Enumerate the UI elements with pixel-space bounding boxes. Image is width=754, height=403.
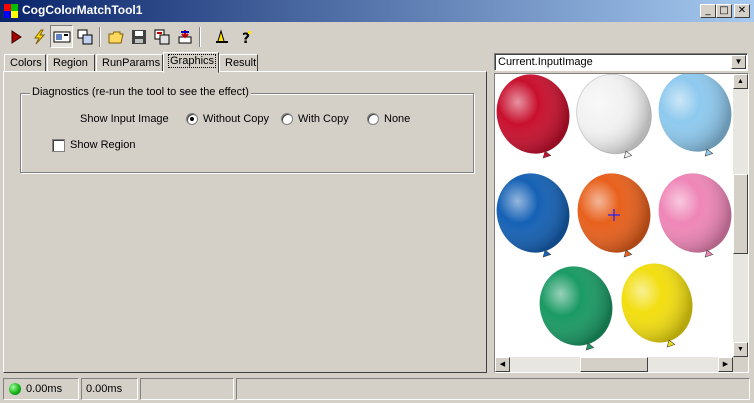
help-button[interactable]: ?	[234, 25, 257, 48]
radio-without-copy-label[interactable]: Without Copy	[203, 113, 269, 125]
region-tool-button[interactable]	[210, 25, 233, 48]
display-toggle-icon	[53, 31, 70, 42]
diagnostics-group-label: Diagnostics (re-run the tool to see the …	[30, 86, 251, 98]
chevron-down-icon[interactable]: ▼	[731, 55, 746, 69]
floating-display-button[interactable]	[73, 25, 96, 48]
reset-icon	[154, 29, 169, 44]
vertical-scroll-thumb[interactable]	[733, 174, 748, 254]
tab-label: Region	[53, 57, 88, 69]
show-input-image-label: Show Input Image	[80, 113, 169, 125]
display-toggle-button[interactable]	[50, 25, 73, 48]
tab-label: RunParams	[102, 57, 161, 69]
toolbar-separator	[99, 27, 101, 47]
scroll-left-button[interactable]: ◀	[495, 357, 510, 372]
balloon	[496, 74, 570, 159]
scrollbar-corner	[733, 357, 748, 372]
run-icon	[11, 29, 22, 44]
horizontal-scrollbar[interactable]: ◀ ▶	[495, 357, 733, 372]
radio-with-copy-label[interactable]: With Copy	[298, 113, 349, 125]
reset-button[interactable]	[150, 25, 173, 48]
maximize-button[interactable]: □	[716, 4, 732, 18]
toolbar: ?	[0, 24, 754, 50]
radio-without-copy[interactable]	[186, 113, 198, 125]
radio-none-label[interactable]: None	[384, 113, 410, 125]
close-button[interactable]: ✕	[734, 4, 750, 18]
status-cell-message	[236, 378, 750, 400]
save-button[interactable]	[127, 25, 150, 48]
save-icon	[131, 29, 146, 44]
title-bar: CogColorMatchTool1 _ □ ✕	[0, 0, 754, 22]
horizontal-scroll-thumb[interactable]	[580, 357, 648, 372]
tab-label: Colors	[10, 57, 42, 69]
balloon	[576, 74, 652, 159]
load-button[interactable]	[173, 25, 196, 48]
tab-label: Result	[225, 57, 257, 69]
open-folder-icon	[108, 31, 124, 43]
radio-none[interactable]	[367, 113, 379, 125]
diagnostics-group	[20, 93, 474, 173]
app-icon	[4, 4, 18, 18]
balloon	[621, 263, 693, 348]
status-cell-time2: 0.00ms	[81, 378, 138, 400]
scroll-down-button[interactable]: ▼	[733, 342, 748, 357]
minimize-button[interactable]: _	[700, 4, 716, 18]
electric-icon	[33, 29, 45, 44]
tab-region[interactable]: Region	[47, 54, 95, 72]
status-bar: 0.00ms 0.00ms	[0, 376, 754, 403]
balloon	[658, 74, 732, 157]
scroll-up-button[interactable]: ▲	[733, 74, 748, 89]
run-button[interactable]	[4, 25, 27, 48]
status-cell-empty	[140, 378, 234, 400]
status-cell-time1: 0.00ms	[3, 378, 79, 400]
show-region-label[interactable]: Show Region	[70, 139, 135, 151]
show-region-checkbox[interactable]	[52, 139, 65, 152]
load-icon	[178, 29, 191, 43]
balloon	[496, 173, 570, 258]
region-tool-icon	[215, 28, 228, 43]
floating-display-icon	[77, 29, 92, 44]
vertical-scrollbar[interactable]: ▲ ▼	[733, 74, 748, 357]
balloon	[658, 173, 732, 258]
tab-label: Graphics	[167, 54, 217, 68]
image-display[interactable]	[494, 73, 749, 373]
electric-button[interactable]	[27, 25, 50, 48]
status-time2: 0.00ms	[86, 383, 123, 395]
image-selector-dropdown[interactable]: Current.InputImage ▼	[494, 53, 748, 71]
radio-with-copy[interactable]	[281, 113, 293, 125]
balloons-image[interactable]	[495, 74, 735, 358]
help-icon: ?	[242, 30, 251, 45]
tab-runparams[interactable]: RunParams	[96, 54, 163, 72]
scroll-right-button[interactable]: ▶	[718, 357, 733, 372]
open-button[interactable]	[104, 25, 127, 48]
balloon	[539, 266, 613, 351]
status-led-icon	[9, 383, 21, 395]
tab-graphics[interactable]: Graphics	[163, 52, 219, 73]
toolbar-separator	[199, 27, 201, 47]
tab-result[interactable]: Result	[219, 54, 258, 72]
window-title: CogColorMatchTool1	[22, 3, 143, 17]
status-time1: 0.00ms	[26, 383, 63, 395]
tab-colors[interactable]: Colors	[4, 54, 46, 72]
image-selector-value: Current.InputImage	[498, 56, 593, 68]
